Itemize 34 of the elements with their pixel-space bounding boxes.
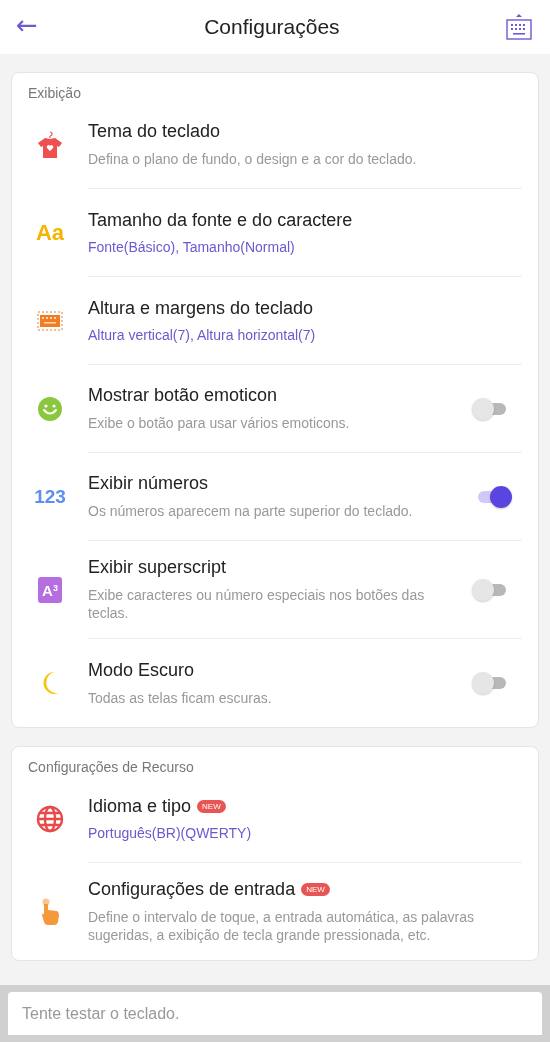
setting-title[interactable]: Configurações de entrada	[88, 879, 296, 900]
setting-value: Fonte(Básico), Tamanho(Normal)	[88, 239, 296, 255]
setting-description: Defina o plano de fundo, o design e a cor do teclado.	[88, 150, 418, 168]
setting-title[interactable]: Exibir superscript	[88, 557, 227, 578]
keyboard-icon	[36, 310, 64, 332]
setting-description: Exibe o botão para usar vários emoticons.	[88, 414, 351, 432]
setting-description: Todas as telas ficam escuras.	[88, 688, 273, 707]
setting-title[interactable]: Altura e margens do teclado	[88, 298, 314, 319]
setting-title[interactable]: Idioma e tipo	[88, 796, 192, 817]
section-label: Exibição	[27, 84, 82, 101]
test-input-field[interactable]: Tente testar o teclado.	[8, 992, 542, 1035]
new-badge: NEW	[197, 800, 226, 813]
setting-title[interactable]: Tema do teclado	[88, 121, 221, 142]
section-label: Configurações de Recurso	[27, 758, 195, 775]
t-shirt-icon	[37, 131, 63, 159]
setting-title[interactable]: Modo Escuro	[88, 659, 195, 681]
hand-pointer-icon	[39, 897, 61, 926]
globe-icon	[36, 805, 64, 833]
setting-title[interactable]: Exibir números	[88, 473, 209, 494]
setting-description: Os números aparecem na parte superior do teclado.	[88, 502, 414, 520]
keyboard-icon[interactable]	[506, 13, 532, 41]
setting-description: Exibe caracteres ou número especiais nos botões das teclas.	[88, 586, 426, 622]
font-size-icon: Aa	[35, 220, 65, 246]
back-button[interactable]: ←	[16, 10, 38, 44]
setting-title[interactable]: Tamanho da fonte e do caractere	[88, 210, 353, 231]
numbers-icon: 123	[34, 486, 66, 508]
setting-value: Altura vertical(7), Altura horizontal(7)	[88, 327, 317, 343]
new-badge: NEW	[301, 883, 330, 896]
superscript-icon: A$^{3}$	[38, 577, 62, 603]
page-title: Configurações	[204, 15, 340, 39]
setting-title[interactable]: Mostrar botão emoticon	[88, 385, 278, 406]
smiley-icon	[37, 396, 63, 422]
setting-value: Português(BR)(QWERTY)	[88, 825, 253, 841]
setting-description: Define o intervalo de toque, a entrada automática, as palavras sugeridas, a exibição de tecla grande pressionada, etc.	[88, 908, 476, 944]
